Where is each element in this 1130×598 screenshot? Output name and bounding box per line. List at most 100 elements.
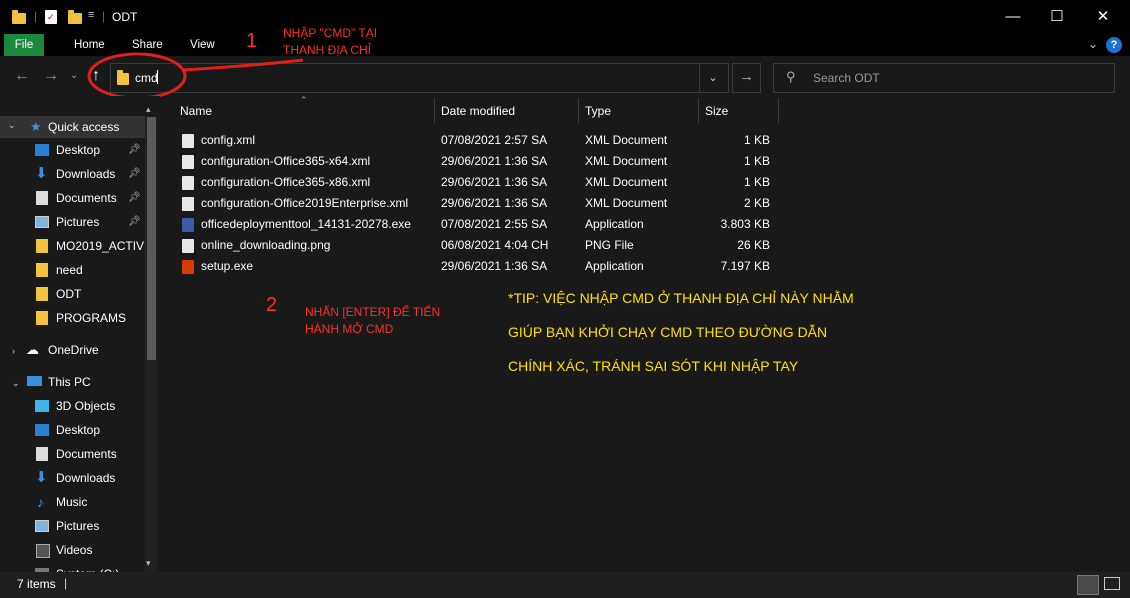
folder-icon <box>36 263 48 277</box>
nav-label: Downloads <box>56 167 116 181</box>
column-header-type[interactable]: Type <box>585 104 611 118</box>
file-size: 7.197 KB <box>720 259 770 273</box>
file-date: 29/06/2021 1:36 SA <box>441 196 548 210</box>
file-row[interactable]: setup.exe 29/06/2021 1:36 SA Application… <box>176 256 786 277</box>
nav-label: PROGRAMS <box>56 311 127 325</box>
nav-label: This PC <box>48 375 91 389</box>
column-header-size[interactable]: Size <box>705 104 728 118</box>
step2-text-line1: NHẤN [ENTER] ĐỂ TIẾN <box>305 305 441 319</box>
xml-file-icon <box>182 197 194 211</box>
file-row[interactable]: online_downloading.png 06/08/2021 4:04 C… <box>176 235 786 256</box>
nav-label: Documents <box>56 447 117 461</box>
pictures-icon <box>35 216 49 228</box>
nav-item-odt[interactable]: ODT <box>0 283 145 305</box>
nav-pc-downloads[interactable]: ⬇ Downloads <box>0 467 145 489</box>
nav-item-documents[interactable]: Documents 📌︎ <box>0 187 145 209</box>
pin-icon[interactable]: 📌︎ <box>128 211 141 233</box>
details-view-icon[interactable] <box>1077 575 1099 595</box>
expand-chevron-icon[interactable]: ⌄ <box>8 120 16 131</box>
status-bar: 7 items | <box>0 572 1130 598</box>
file-date: 29/06/2021 1:36 SA <box>441 154 548 168</box>
column-divider[interactable] <box>434 98 435 124</box>
tip-text-line1: *TIP: VIỆC NHẬP CMD Ở THANH ĐỊA CHỈ NÀY … <box>508 290 854 306</box>
pin-icon[interactable]: 📌︎ <box>128 139 141 161</box>
nav-pc-documents[interactable]: Documents <box>0 443 145 465</box>
column-header-date[interactable]: Date modified <box>441 104 515 118</box>
nav-quick-access[interactable]: ★ Quick access <box>0 116 145 138</box>
file-size: 1 KB <box>743 154 770 168</box>
nav-onedrive[interactable]: ☁ OneDrive <box>0 339 145 361</box>
column-divider[interactable] <box>578 98 579 124</box>
column-divider[interactable] <box>698 98 699 124</box>
file-row[interactable]: configuration-Office2019Enterprise.xml 2… <box>176 193 786 214</box>
nav-scrollbar-thumb[interactable] <box>147 117 156 360</box>
folder-icon <box>36 239 48 253</box>
nav-pc-system-drive[interactable]: System (C:) <box>0 563 145 572</box>
file-type: XML Document <box>585 154 668 168</box>
nav-pc-videos[interactable]: Videos <box>0 539 145 561</box>
star-icon: ★ <box>30 119 42 134</box>
file-date: 07/08/2021 2:57 SA <box>441 133 548 147</box>
scroll-down-icon[interactable]: ▾ <box>146 558 151 569</box>
file-row[interactable]: config.xml 07/08/2021 2:57 SA XML Docume… <box>176 130 786 151</box>
file-name: online_downloading.png <box>201 238 331 252</box>
file-size: 1 KB <box>743 175 770 189</box>
expand-chevron-icon[interactable]: › <box>12 346 15 356</box>
expand-chevron-icon[interactable]: ⌄ <box>12 378 20 389</box>
documents-icon <box>36 447 48 461</box>
xml-file-icon <box>182 155 194 169</box>
nav-label: ODT <box>56 287 82 301</box>
file-type: XML Document <box>585 175 668 189</box>
nav-label: Videos <box>56 543 93 557</box>
nav-label: System (C:) <box>56 563 119 572</box>
sort-ascending-icon: ⌃ <box>300 95 308 105</box>
item-count: 7 items <box>17 577 56 591</box>
file-name: configuration-Office365-x64.xml <box>201 154 371 168</box>
nav-label: Documents <box>56 191 117 205</box>
xml-file-icon <box>182 134 194 148</box>
file-row[interactable]: configuration-Office365-x86.xml 29/06/20… <box>176 172 786 193</box>
nav-label: Quick access <box>48 120 120 134</box>
tip-text-line3: CHÍNH XÁC, TRÁNH SAI SÓT KHI NHẬP TAY <box>508 358 799 374</box>
nav-item-need[interactable]: need <box>0 259 145 281</box>
documents-icon <box>36 191 48 205</box>
large-icons-view-icon[interactable] <box>1104 577 1120 590</box>
pin-icon[interactable]: 📌︎ <box>128 163 141 185</box>
step1-text-line2: THANH ĐỊA CHỈ <box>283 43 372 57</box>
nav-label: 3D Objects <box>56 399 116 413</box>
nav-item-desktop[interactable]: Desktop 📌︎ <box>0 139 145 161</box>
nav-pc-desktop[interactable]: Desktop <box>0 419 145 441</box>
scroll-up-icon[interactable]: ▴ <box>146 104 151 115</box>
file-date: 29/06/2021 1:36 SA <box>441 175 548 189</box>
nav-item-programs[interactable]: PROGRAMS <box>0 307 145 329</box>
file-name: configuration-Office2019Enterprise.xml <box>201 196 409 210</box>
nav-item-pictures[interactable]: Pictures 📌︎ <box>0 211 145 233</box>
desktop-icon <box>35 424 49 436</box>
highlight-ellipse <box>87 52 187 100</box>
column-header-name[interactable]: Name <box>180 104 212 118</box>
file-row[interactable]: officedeploymenttool_14131-20278.exe 07/… <box>176 214 786 235</box>
annotation-arrow-line <box>182 58 304 72</box>
pin-icon[interactable]: 📌︎ <box>128 187 141 209</box>
file-row[interactable]: configuration-Office365-x64.xml 29/06/20… <box>176 151 786 172</box>
step2-text-line2: HÀNH MỞ CMD <box>305 322 394 336</box>
nav-label: OneDrive <box>48 343 99 357</box>
file-size: 3.803 KB <box>720 217 770 231</box>
nav-item-downloads[interactable]: ⬇ Downloads 📌︎ <box>0 163 145 185</box>
file-size: 26 KB <box>737 238 770 252</box>
folder-icon <box>36 287 48 301</box>
office-setup-icon <box>182 260 194 274</box>
nav-this-pc[interactable]: This PC <box>0 371 145 393</box>
nav-pc-pictures[interactable]: Pictures <box>0 515 145 537</box>
nav-label: Downloads <box>56 471 116 485</box>
step2-number: 2 <box>266 294 278 316</box>
file-name: config.xml <box>201 133 256 147</box>
nav-pc-music[interactable]: ♪ Music <box>0 491 145 513</box>
file-name: officedeploymenttool_14131-20278.exe <box>201 217 411 231</box>
column-divider[interactable] <box>778 98 779 124</box>
nav-label: Music <box>56 495 88 509</box>
nav-pc-3d-objects[interactable]: 3D Objects <box>0 395 145 417</box>
nav-item-mo2019-active[interactable]: MO2019_ACTIVE <box>0 235 145 257</box>
navigation-pane: ★ Quick access Desktop 📌︎ ⬇ Downloads 📌︎… <box>0 96 160 572</box>
xml-file-icon <box>182 176 194 190</box>
